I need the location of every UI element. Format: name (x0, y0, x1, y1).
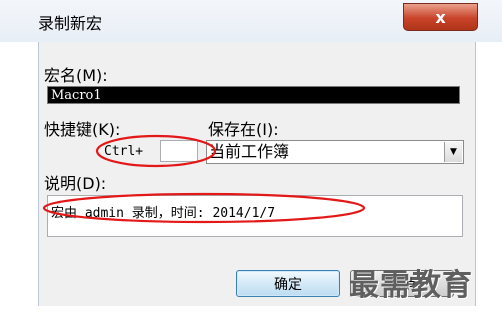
store-in-select[interactable]: 当前工作簿 ▼ (206, 140, 464, 164)
macro-name-input[interactable]: Macro1 (47, 86, 460, 104)
shortcut-key-input[interactable] (160, 140, 198, 162)
macro-name-label: 宏名(M): (44, 66, 108, 85)
dialog-title: 录制新宏 (38, 14, 103, 33)
ok-button[interactable]: 确定 (236, 270, 340, 297)
store-in-label: 保存在(I): (208, 120, 279, 139)
description-input[interactable]: 宏由 admin 录制，时间: 2014/1/7 (47, 195, 463, 237)
watermark-logo: 最需教育 (349, 268, 473, 303)
dropdown-arrow-icon[interactable]: ▼ (444, 142, 462, 162)
close-icon: x (435, 7, 446, 27)
close-button[interactable]: x (403, 3, 478, 31)
description-label: 说明(D): (44, 174, 107, 193)
ctrl-prefix: Ctrl+ (104, 144, 144, 159)
store-in-value: 当前工作簿 (209, 142, 290, 161)
shortcut-label: 快捷键(K): (44, 120, 121, 139)
